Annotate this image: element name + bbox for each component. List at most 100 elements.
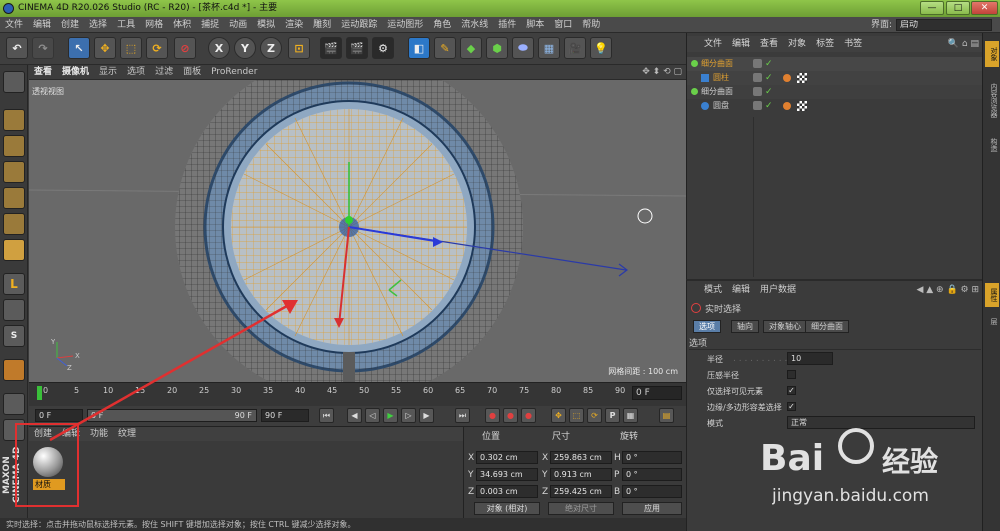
attr-menu-user-data[interactable]: 用户数据	[755, 283, 801, 298]
attr-menu-edit[interactable]: 编辑	[727, 283, 755, 298]
make-editable-icon[interactable]	[3, 71, 25, 93]
next-key-icon[interactable]: ▶	[419, 408, 434, 423]
record-active-objects-icon[interactable]: ●	[485, 408, 500, 423]
points-mode-icon[interactable]	[3, 187, 25, 209]
viewport-menu-filter[interactable]: 过滤	[150, 65, 178, 79]
render-picture-viewer-icon[interactable]: 🎬	[346, 37, 368, 59]
live-select-icon[interactable]: ↖	[68, 37, 90, 59]
object-row[interactable]: 细分曲面 ✓	[687, 57, 983, 71]
viewport-menu-view[interactable]: 查看	[29, 65, 57, 79]
menu-mograph[interactable]: 运动图形	[382, 17, 428, 32]
tweak-mode-icon[interactable]	[3, 299, 25, 321]
vtab-attributes[interactable]: 属性	[985, 283, 999, 307]
magnet-icon[interactable]	[3, 359, 25, 381]
size-mode-select[interactable]: 绝对尺寸	[548, 502, 614, 515]
pos-y-field[interactable]: 34.693 cm	[476, 468, 538, 481]
menu-volume[interactable]: 体积	[168, 17, 196, 32]
tab-options[interactable]: 选项	[693, 320, 721, 333]
x-axis-lock-button[interactable]: X	[208, 37, 230, 59]
coordinate-mode-select[interactable]: 对象 (相对)	[474, 502, 540, 515]
enabled-check-icon[interactable]: ✓	[765, 71, 773, 85]
vtab-content-browser[interactable]: 内容浏览器	[985, 71, 999, 129]
enabled-check-icon[interactable]: ✓	[765, 85, 773, 99]
object-row[interactable]: 细分曲面 ✓	[687, 85, 983, 99]
coordinate-system-icon[interactable]: ⊡	[288, 37, 310, 59]
rotate-icon[interactable]: ⟳	[146, 37, 168, 59]
vtab-layers[interactable]: 层	[985, 311, 999, 331]
pos-z-field[interactable]: 0.003 cm	[476, 485, 538, 498]
redo-icon[interactable]: ↷	[32, 37, 54, 59]
rot-b-field[interactable]: 0 °	[622, 485, 682, 498]
menu-snap[interactable]: 捕捉	[196, 17, 224, 32]
menu-character[interactable]: 角色	[428, 17, 456, 32]
render-view-icon[interactable]: 🎬	[320, 37, 342, 59]
menu-mesh[interactable]: 网格	[140, 17, 168, 32]
menu-tools[interactable]: 工具	[112, 17, 140, 32]
cube-primitive-icon[interactable]: ◧	[408, 37, 430, 59]
workplane-mode-icon[interactable]	[3, 161, 25, 183]
viewport-menu-prorender[interactable]: ProRender	[206, 65, 262, 79]
minimize-button[interactable]: —	[920, 1, 944, 15]
workplane-lock-icon[interactable]	[3, 393, 25, 415]
pen-spline-icon[interactable]: ✎	[434, 37, 456, 59]
rot-h-field[interactable]: 0 °	[622, 451, 682, 464]
enabled-check-icon[interactable]: ✓	[765, 57, 773, 71]
attr-nav-icons[interactable]: ◀ ▲ ⊕ 🔒 ⚙ ⊞	[916, 283, 979, 298]
visibility-toggle[interactable]	[753, 101, 762, 110]
close-button[interactable]: ✕	[971, 1, 998, 15]
om-menu-objects[interactable]: 对象	[783, 36, 811, 52]
enabled-check-icon[interactable]: ✓	[765, 99, 773, 113]
render-settings-icon[interactable]: ⚙	[372, 37, 394, 59]
om-menu-bookmarks[interactable]: 书签	[839, 36, 867, 52]
record-position-icon[interactable]: ✥	[551, 408, 566, 423]
menu-render[interactable]: 渲染	[280, 17, 308, 32]
vtab-structure[interactable]: 构造	[985, 133, 999, 157]
perspective-viewport[interactable]: Y X Z 透视视图 网格间距 : 100 cm	[29, 80, 686, 382]
go-to-end-icon[interactable]: ⏭	[455, 408, 470, 423]
subdivision-surface-icon[interactable]: ◆	[460, 37, 482, 59]
record-parameter-icon[interactable]: P	[605, 408, 620, 423]
pos-x-field[interactable]: 0.302 cm	[476, 451, 538, 464]
size-x-field[interactable]: 259.863 cm	[550, 451, 612, 464]
floor-environment-icon[interactable]: ▦	[538, 37, 560, 59]
menu-sculpt[interactable]: 雕刻	[308, 17, 336, 32]
menu-motion-tracking[interactable]: 运动跟踪	[336, 17, 382, 32]
keyframe-selection-icon[interactable]: ●	[521, 408, 536, 423]
previous-frame-icon[interactable]: ◁	[365, 408, 380, 423]
axis-mode-icon[interactable]: L	[3, 273, 25, 295]
om-search-icons[interactable]: 🔍 ⌂ ▤	[948, 36, 979, 52]
start-frame-field[interactable]: 0 F	[35, 409, 83, 422]
light-icon[interactable]: 💡	[590, 37, 612, 59]
timeline-ruler[interactable]: 0 5 10 15 20 25 30 35 40 45 50 55 60 65 …	[29, 382, 686, 406]
snap-icon[interactable]: S	[3, 325, 25, 347]
visibility-toggle[interactable]	[753, 59, 762, 68]
phong-tag-icon[interactable]	[783, 74, 791, 82]
deformer-icon[interactable]: ⬬	[512, 37, 534, 59]
array-icon[interactable]: ⬢	[486, 37, 508, 59]
frame-range-slider[interactable]: 0 F 90 F	[87, 409, 257, 422]
vtab-objects[interactable]: 对象	[985, 41, 999, 67]
menu-window[interactable]: 窗口	[549, 17, 577, 32]
size-z-field[interactable]: 259.425 cm	[550, 485, 612, 498]
timeline-playhead[interactable]	[37, 386, 42, 400]
y-axis-lock-button[interactable]: Y	[234, 37, 256, 59]
edges-mode-icon[interactable]	[3, 213, 25, 235]
camera-icon[interactable]: 🎥	[564, 37, 586, 59]
point-level-animation-icon[interactable]: ▦	[623, 408, 638, 423]
edge-polygon-tolerance-checkbox[interactable]: ✓	[787, 402, 796, 411]
viewport-menu-camera[interactable]: 摄像机	[57, 65, 94, 79]
go-to-start-icon[interactable]: ⏮	[319, 408, 334, 423]
phong-tag-icon[interactable]	[783, 102, 791, 110]
material-tag-icon[interactable]	[797, 73, 807, 83]
material-menu-texture[interactable]: 纹理	[113, 427, 141, 441]
tab-subdivision-surface[interactable]: 细分曲面	[805, 320, 849, 333]
viewport-navigation-icons[interactable]: ✥ ⬍ ⟲ ▢	[642, 65, 686, 79]
viewport-menu-display[interactable]: 显示	[94, 65, 122, 79]
visibility-toggle[interactable]	[753, 87, 762, 96]
visible-only-checkbox[interactable]: ✓	[787, 386, 796, 395]
object-row[interactable]: 圆盘 ✓	[687, 99, 983, 113]
next-frame-icon[interactable]: ▷	[401, 408, 416, 423]
attr-menu-mode[interactable]: 模式	[699, 283, 727, 298]
apply-button[interactable]: 应用	[622, 502, 682, 515]
om-menu-edit[interactable]: 编辑	[727, 36, 755, 52]
